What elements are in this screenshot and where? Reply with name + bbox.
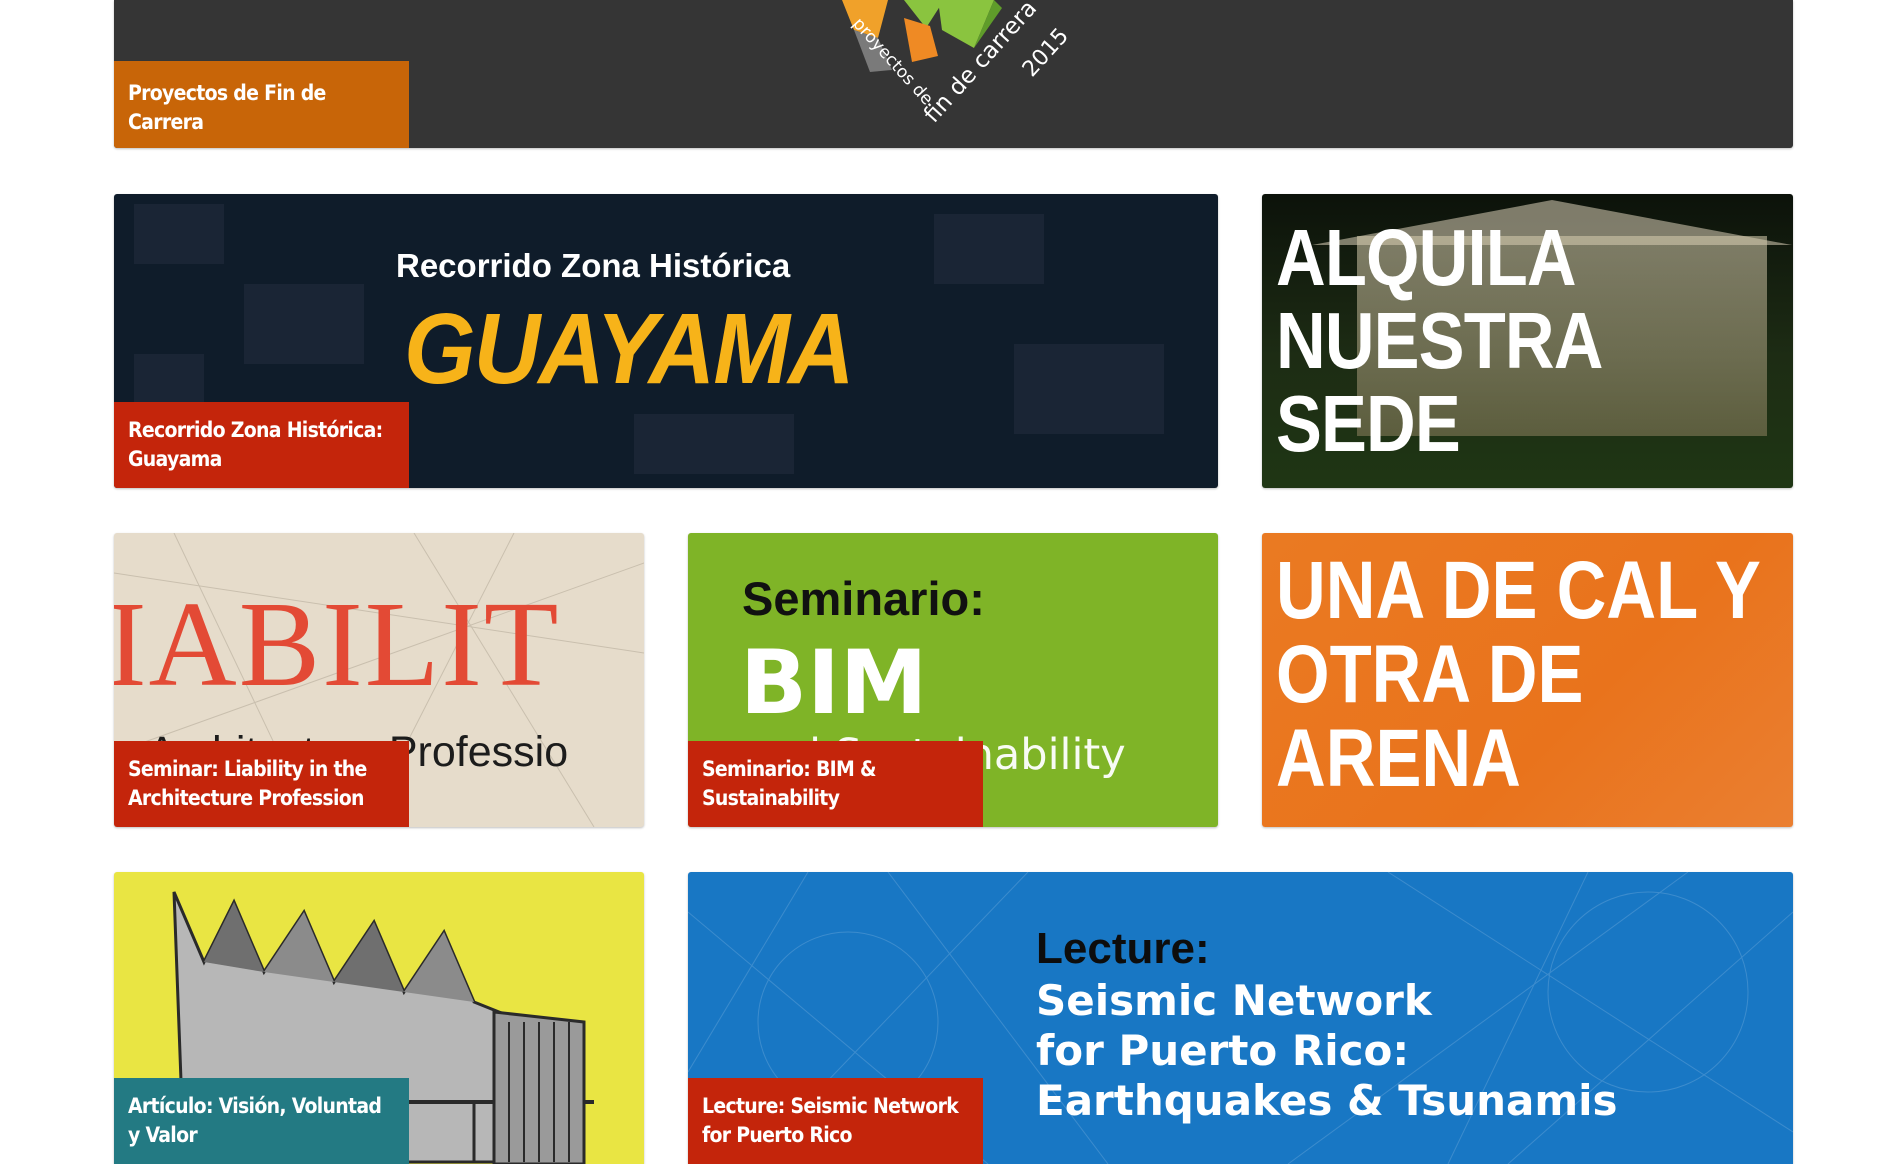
lecture-body: Seismic Network for Puerto Rico: Earthqu… — [1036, 976, 1618, 1126]
una-de-cal-line: OTRA DE — [1276, 629, 1584, 720]
tile-caption: Seminario: BIM & Sustainability — [688, 741, 983, 827]
bim-line-2: BIM — [740, 631, 928, 734]
rent-venue-text: ALQUILA NUESTRA SEDE — [1276, 216, 1603, 465]
guayama-tour-tile[interactable]: Recorrido Zona Histórica GUAYAMA Recorri… — [114, 194, 1218, 488]
map-block — [134, 354, 204, 404]
fin-de-carrera-logo: proyectos de fin de carrera 2015 — [842, 0, 1074, 128]
una-de-cal-line: UNA DE CAL Y — [1276, 545, 1761, 636]
map-block — [1014, 344, 1164, 434]
rent-venue-line: NUESTRA — [1276, 296, 1603, 385]
header-banner-tile[interactable]: proyectos de fin de carrera 2015 Proyect… — [114, 0, 1793, 148]
map-block — [634, 414, 794, 474]
bim-line-1: Seminario: — [742, 572, 985, 625]
tile-caption: Proyectos de Fin de Carrera — [114, 61, 409, 148]
map-block — [244, 284, 364, 364]
una-de-cal-text: UNA DE CAL Y OTRA DE ARENA — [1276, 549, 1761, 801]
una-de-cal-line: ARENA — [1276, 713, 1521, 804]
guayama-subtitle: Recorrido Zona Histórica — [396, 247, 791, 284]
una-de-cal-tile[interactable]: UNA DE CAL Y OTRA DE ARENA — [1262, 533, 1793, 827]
liability-headline: IABILIT — [114, 577, 561, 712]
rent-venue-line: ALQUILA — [1276, 213, 1577, 302]
lecture-line-2: Seismic Network — [1036, 976, 1432, 1025]
liability-seminar-tile[interactable]: IABILIT e Architecture Professio Seminar… — [114, 533, 644, 827]
map-block — [134, 204, 224, 264]
lecture-line-4: Earthquakes & Tsunamis — [1036, 1076, 1618, 1125]
logo-text-year: 2015 — [1018, 24, 1074, 82]
rent-venue-line: SEDE — [1276, 379, 1461, 468]
lecture-line-3: for Puerto Rico: — [1036, 1026, 1410, 1075]
lecture-line-1: Lecture: — [1036, 924, 1210, 973]
article-tile[interactable]: Artículo: Visión, Voluntad y Valor — [114, 872, 644, 1164]
tile-caption: Recorrido Zona Histórica: Guayama — [114, 402, 409, 488]
seismic-lecture-tile[interactable]: Lecture: Seismic Network for Puerto Rico… — [688, 872, 1793, 1164]
rent-venue-tile[interactable]: ALQUILA NUESTRA SEDE — [1262, 194, 1793, 488]
tile-caption: Seminar: Liability in the Architecture P… — [114, 741, 409, 827]
tile-caption: Artículo: Visión, Voluntad y Valor — [114, 1078, 409, 1164]
tile-caption: Lecture: Seismic Network for Puerto Rico — [688, 1078, 983, 1164]
map-block — [934, 214, 1044, 284]
guayama-title: GUAYAMA — [404, 293, 855, 405]
bim-seminar-tile[interactable]: Seminario: BIM and Sustainability Semina… — [688, 533, 1218, 827]
